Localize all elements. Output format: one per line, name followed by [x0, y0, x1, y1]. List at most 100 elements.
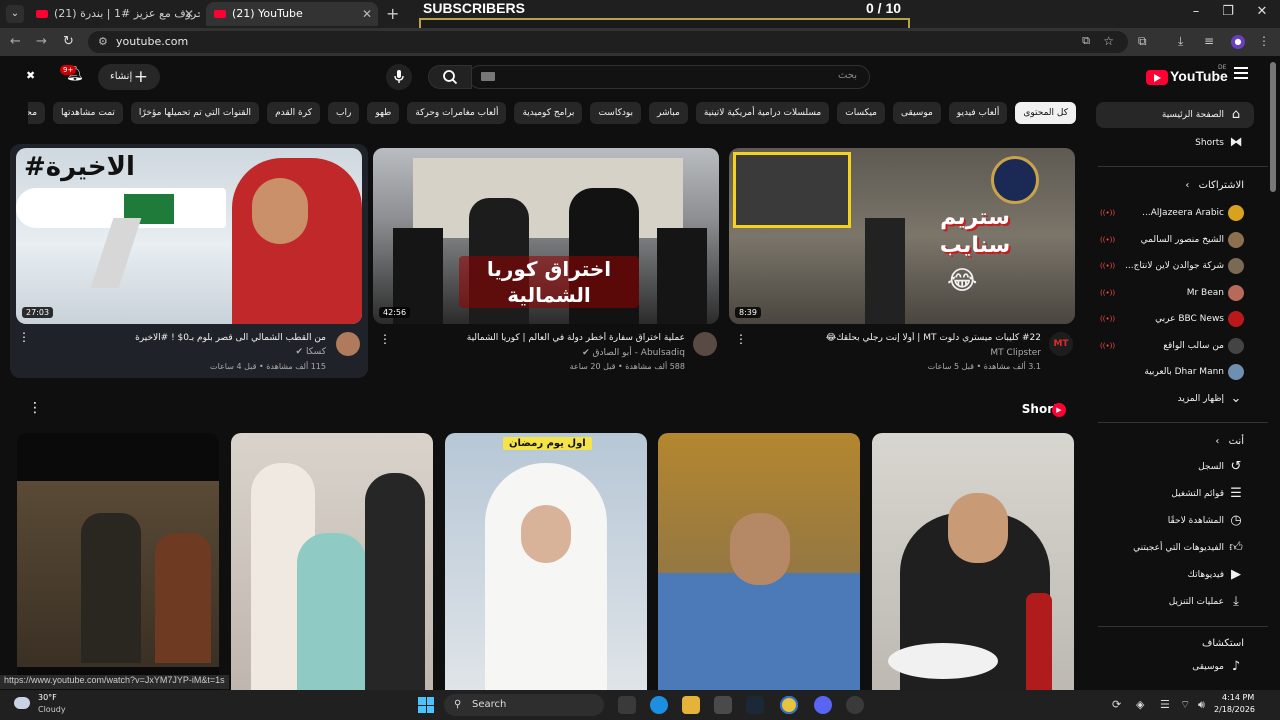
video-channel[interactable]: كسكا ✔ [296, 347, 326, 357]
channel-avatar[interactable]: MT [1049, 332, 1073, 356]
tray-network-icon[interactable]: ☰ [1160, 698, 1170, 711]
obs-icon[interactable] [846, 696, 864, 714]
sidebar-item-home[interactable]: ⌂ الصفحة الرئيسية [1096, 102, 1254, 128]
video-card[interactable]: اختراق كوريا الشمالية 42:56 عملية اختراق… [373, 148, 719, 382]
account-avatar[interactable]: ✖ [26, 69, 42, 85]
subscriptions-heading[interactable]: الاشتراكات › [1185, 180, 1244, 191]
store-icon[interactable] [714, 696, 732, 714]
site-info-icon[interactable]: ⚙ [98, 35, 108, 48]
video-thumbnail[interactable]: #الاخيرة 27:03 [16, 148, 362, 324]
more-actions-icon[interactable]: ⋮ [18, 330, 30, 344]
back-icon[interactable]: ← [10, 34, 21, 49]
chip-1[interactable]: ألعاب فيديو [948, 102, 1008, 124]
short-card[interactable]: اول يوم رمضان [445, 433, 647, 691]
voice-search-button[interactable] [386, 64, 412, 90]
sidebar-show-more[interactable]: ⌄ إظهار المزيد [1096, 386, 1254, 412]
file-explorer-icon[interactable] [682, 696, 700, 714]
chip-0[interactable]: كل المحتوى [1015, 102, 1076, 124]
forward-icon[interactable]: → [36, 34, 47, 49]
profile-avatar[interactable]: ● [1231, 35, 1245, 49]
channel-avatar[interactable] [693, 332, 717, 356]
sidebar-item-music[interactable]: ♪ موسيقى [1096, 654, 1254, 680]
video-channel[interactable]: Abulsadiq - أبو الصادق ✔ [582, 348, 685, 358]
close-window-button[interactable]: ✕ [1252, 4, 1272, 19]
create-button[interactable]: إنشاء + [98, 64, 160, 90]
video-title[interactable]: #22 كليبات ميستري دلوت MT | أولا إنت رجل… [751, 332, 1041, 344]
discord-icon[interactable] [814, 696, 832, 714]
minimize-button[interactable]: – [1186, 4, 1206, 19]
chip-12[interactable]: القنوات التي تم تحميلها مؤخرًا [130, 102, 260, 124]
chip-3[interactable]: ميكسات [837, 102, 886, 124]
search-input[interactable]: بحث [468, 65, 870, 89]
weather-cloud-icon[interactable] [14, 697, 30, 709]
browser-tab-active[interactable]: (21) YouTube ✕ [206, 2, 378, 26]
taskbar-search[interactable]: ⚲ Search [444, 694, 604, 716]
video-card[interactable]: #الاخيرة 27:03 من القطب الشمالي الى قصر … [10, 144, 368, 378]
more-actions-icon[interactable]: ⋮ [379, 332, 391, 346]
you-heading[interactable]: أنت › [1215, 436, 1244, 447]
chip-11[interactable]: كرة القدم [267, 102, 320, 124]
short-card[interactable] [658, 433, 860, 691]
sidebar-item-your-videos[interactable]: ▶ فيديوهاتك [1096, 562, 1254, 588]
chrome-icon[interactable] [780, 696, 798, 714]
wifi-icon[interactable]: ⌔ [1180, 698, 1190, 712]
sidebar-item-like[interactable]: 👍︎ الفيديوهات التي أعجبتني [1096, 535, 1254, 561]
chip-4[interactable]: مسلسلات درامية أمريكية لاتينية [695, 102, 830, 124]
install-app-icon[interactable]: ⧉ [1082, 34, 1090, 48]
sidebar-item-shorts[interactable]: ⧓ Shorts [1096, 130, 1254, 156]
steam-icon[interactable] [746, 696, 764, 714]
sidebar-subscription[interactable]: من سالب الواقع ((•)) [1096, 333, 1254, 359]
sidebar-subscription[interactable]: Dhar Mann بالعربية [1096, 359, 1254, 385]
shorts-more-icon[interactable]: ⋮ [28, 400, 42, 416]
video-title[interactable]: من القطب الشمالي الى قصر بلوم بـ0$ ! #ال… [36, 332, 326, 344]
tray-sync-icon[interactable]: ⟳ [1112, 698, 1121, 711]
chip-9[interactable]: طهو [367, 102, 400, 124]
short-card[interactable] [872, 433, 1074, 691]
sidebar-subscription[interactable]: AlJazeera Arabic... ((•)) [1096, 200, 1254, 226]
keyboard-icon[interactable] [481, 72, 495, 81]
short-card[interactable] [17, 433, 219, 691]
tray-app-icon[interactable]: ◈ [1136, 698, 1144, 711]
sidebar-item-playlist[interactable]: ☰ قوائم التشغيل [1096, 481, 1254, 507]
new-tab-button[interactable]: + [386, 4, 399, 23]
taskbar-time[interactable]: 4:14 PM [1222, 693, 1254, 702]
volume-icon[interactable]: 🔊︎ [1198, 698, 1205, 712]
channel-avatar[interactable] [336, 332, 360, 356]
sidebar-subscription[interactable]: BBC News عربي ((•)) [1096, 306, 1254, 332]
sidebar-subscription[interactable]: Mr Bean ((•)) [1096, 280, 1254, 306]
chip-13[interactable]: تمت مشاهدتها [53, 102, 123, 124]
short-card[interactable] [231, 433, 433, 691]
video-channel[interactable]: MT Clipster [990, 348, 1041, 358]
video-thumbnail[interactable]: ستريم سنايب 😂 8:39 [729, 148, 1075, 324]
sidebar-item-history[interactable]: ↺ السجل [1096, 454, 1254, 480]
taskbar-date[interactable]: 2/18/2026 [1214, 705, 1255, 714]
browser-tab[interactable]: (21) حروف مع عزيز #1 | بندرة ✕ [28, 2, 200, 26]
chip-10[interactable]: راب [327, 102, 360, 124]
chip-8[interactable]: ألعاب مغامرات وحركة [407, 102, 507, 124]
chip-14[interactable]: محتوى جديد لك [28, 102, 46, 124]
task-view-icon[interactable] [618, 696, 636, 714]
browser-menu-icon[interactable]: ⋮ [1258, 34, 1270, 48]
page-scrollbar[interactable] [1270, 62, 1276, 192]
guide-menu-icon[interactable] [1234, 67, 1248, 79]
chip-6[interactable]: بودكاست [590, 102, 642, 124]
sidebar-item-clock[interactable]: ◷ المشاهدة لاحقًا [1096, 508, 1254, 534]
chip-2[interactable]: موسيقى [893, 102, 941, 124]
sidebar-subscription[interactable]: شركة جوالدن لاين لانتاج... ((•)) [1096, 253, 1254, 279]
video-card[interactable]: ستريم سنايب 😂 8:39 MT #22 كليبات ميستري … [729, 148, 1075, 382]
close-tab-icon[interactable]: ✕ [362, 2, 372, 26]
downloads-icon[interactable]: ⤓ [1178, 34, 1183, 49]
more-actions-icon[interactable]: ⋮ [735, 332, 747, 346]
bookmark-star-icon[interactable]: ☆ [1103, 34, 1114, 48]
close-tab-icon[interactable]: ✕ [184, 2, 194, 26]
sidebar-subscription[interactable]: الشيخ منصور السالمي ((•)) [1096, 227, 1254, 253]
tab-search-button[interactable]: ⌄ [6, 5, 24, 23]
maximize-button[interactable]: ❐ [1218, 4, 1238, 19]
chip-5[interactable]: مباشر [649, 102, 688, 124]
sidebar-item-download[interactable]: ⤓ عمليات التنزيل [1096, 589, 1254, 615]
chip-7[interactable]: برامج كوميدية [514, 102, 583, 124]
media-controls-icon[interactable]: ≡ [1204, 34, 1214, 48]
search-button[interactable] [428, 65, 472, 89]
address-bar[interactable]: ⚙ youtube.com ⧉ ☆ [88, 31, 1128, 53]
video-thumbnail[interactable]: اختراق كوريا الشمالية 42:56 [373, 148, 719, 324]
